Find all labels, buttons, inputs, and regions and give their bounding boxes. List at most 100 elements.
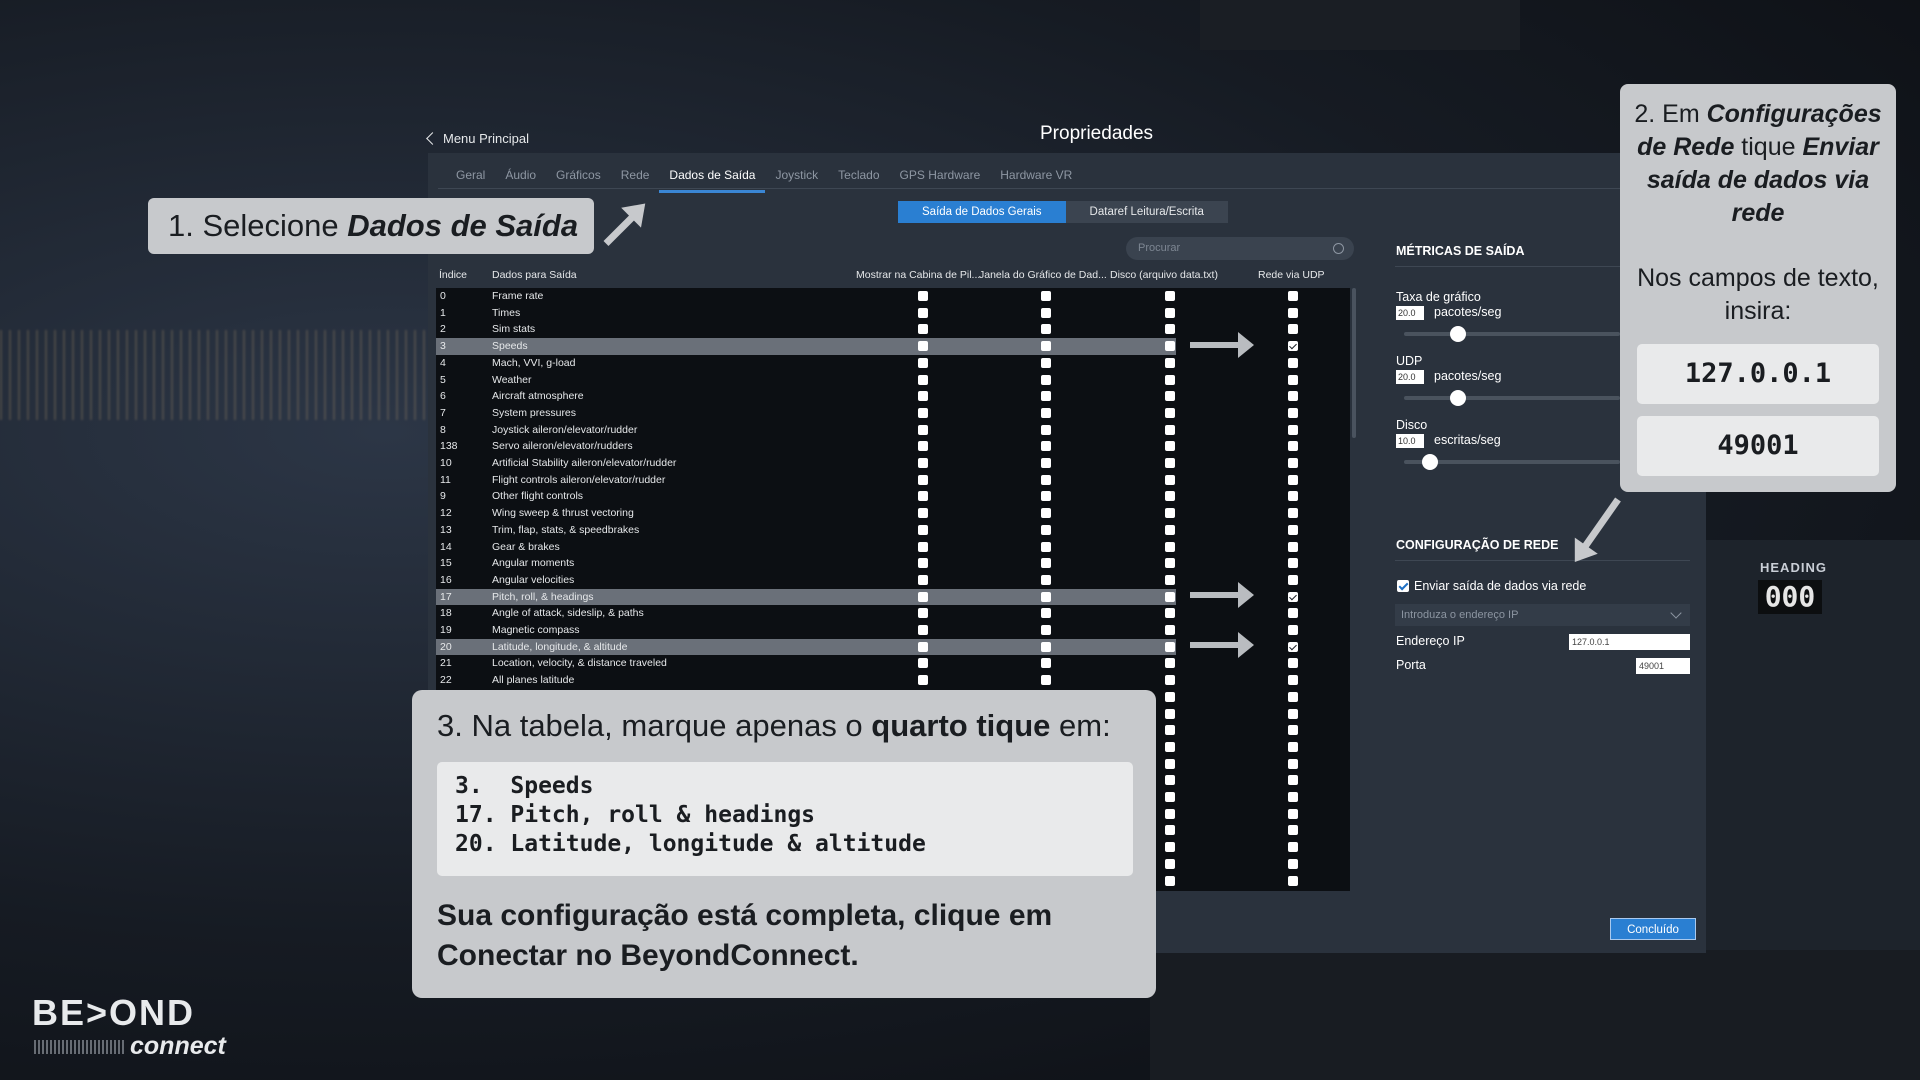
graph-checkbox[interactable]: [1041, 675, 1051, 686]
disk-checkbox[interactable]: [1165, 691, 1175, 702]
disk-checkbox[interactable]: [1165, 574, 1175, 585]
metric-slider-knob[interactable]: [1450, 390, 1466, 406]
disk-checkbox[interactable]: [1165, 407, 1175, 418]
udp-checkbox[interactable]: [1288, 875, 1298, 886]
graph-checkbox[interactable]: [1041, 491, 1051, 502]
udp-checkbox[interactable]: [1288, 591, 1298, 602]
graph-checkbox[interactable]: [1041, 508, 1051, 519]
graph-checkbox[interactable]: [1041, 458, 1051, 468]
cockpit-checkbox[interactable]: [918, 407, 928, 418]
udp-checkbox[interactable]: [1288, 691, 1298, 702]
graph-checkbox[interactable]: [1041, 407, 1051, 418]
graph-checkbox[interactable]: [1041, 474, 1051, 485]
cockpit-checkbox[interactable]: [918, 374, 928, 385]
cockpit-checkbox[interactable]: [918, 558, 928, 569]
cockpit-checkbox[interactable]: [918, 574, 928, 585]
graph-checkbox[interactable]: [1041, 424, 1051, 435]
disk-checkbox[interactable]: [1165, 708, 1175, 719]
metric-value-field[interactable]: 20.0: [1396, 370, 1424, 384]
udp-checkbox[interactable]: [1288, 858, 1298, 869]
graph-checkbox[interactable]: [1041, 441, 1051, 452]
graph-checkbox[interactable]: [1041, 524, 1051, 535]
ip-select[interactable]: Introduza o endereço IP: [1395, 604, 1690, 626]
cockpit-checkbox[interactable]: [918, 675, 928, 686]
cockpit-checkbox[interactable]: [918, 324, 928, 335]
cockpit-checkbox[interactable]: [918, 391, 928, 402]
disk-checkbox[interactable]: [1165, 291, 1175, 301]
graph-checkbox[interactable]: [1041, 591, 1051, 602]
search-input[interactable]: Procurar: [1126, 237, 1354, 260]
graph-checkbox[interactable]: [1041, 608, 1051, 619]
tab-5[interactable]: Joystick: [765, 167, 828, 193]
disk-checkbox[interactable]: [1165, 424, 1175, 435]
disk-checkbox[interactable]: [1165, 357, 1175, 368]
udp-checkbox[interactable]: [1288, 357, 1298, 368]
disk-checkbox[interactable]: [1165, 341, 1175, 352]
udp-checkbox[interactable]: [1288, 758, 1298, 769]
metric-value-field[interactable]: 10.0: [1396, 434, 1424, 448]
tab-4[interactable]: Dados de Saída: [659, 167, 766, 193]
graph-checkbox[interactable]: [1041, 291, 1051, 301]
disk-checkbox[interactable]: [1165, 541, 1175, 552]
cockpit-checkbox[interactable]: [918, 341, 928, 352]
metric-value-field[interactable]: 20.0: [1396, 306, 1424, 320]
udp-checkbox[interactable]: [1288, 658, 1298, 669]
subtab-dataref[interactable]: Dataref Leitura/Escrita: [1065, 201, 1228, 223]
graph-checkbox[interactable]: [1041, 357, 1051, 368]
cockpit-checkbox[interactable]: [918, 291, 928, 301]
disk-checkbox[interactable]: [1165, 825, 1175, 836]
disk-checkbox[interactable]: [1165, 741, 1175, 752]
disk-checkbox[interactable]: [1165, 608, 1175, 619]
udp-checkbox[interactable]: [1288, 675, 1298, 686]
udp-checkbox[interactable]: [1288, 341, 1298, 352]
disk-checkbox[interactable]: [1165, 524, 1175, 535]
udp-checkbox[interactable]: [1288, 424, 1298, 435]
graph-checkbox[interactable]: [1041, 391, 1051, 402]
cockpit-checkbox[interactable]: [918, 441, 928, 452]
udp-checkbox[interactable]: [1288, 558, 1298, 569]
udp-checkbox[interactable]: [1288, 842, 1298, 853]
udp-checkbox[interactable]: [1288, 541, 1298, 552]
udp-checkbox[interactable]: [1288, 825, 1298, 836]
udp-checkbox[interactable]: [1288, 374, 1298, 385]
cockpit-checkbox[interactable]: [918, 424, 928, 435]
cockpit-checkbox[interactable]: [918, 591, 928, 602]
graph-checkbox[interactable]: [1041, 641, 1051, 652]
disk-checkbox[interactable]: [1165, 808, 1175, 819]
graph-checkbox[interactable]: [1041, 341, 1051, 352]
udp-checkbox[interactable]: [1288, 291, 1298, 301]
graph-checkbox[interactable]: [1041, 374, 1051, 385]
cockpit-checkbox[interactable]: [918, 474, 928, 485]
udp-checkbox[interactable]: [1288, 508, 1298, 519]
cockpit-checkbox[interactable]: [918, 458, 928, 468]
back-button[interactable]: Menu Principal: [426, 131, 529, 146]
tab-6[interactable]: Teclado: [828, 167, 889, 193]
disk-checkbox[interactable]: [1165, 725, 1175, 736]
disk-checkbox[interactable]: [1165, 374, 1175, 385]
udp-checkbox[interactable]: [1288, 524, 1298, 535]
table-scrollbar[interactable]: [1352, 288, 1356, 438]
disk-checkbox[interactable]: [1165, 491, 1175, 502]
disk-checkbox[interactable]: [1165, 792, 1175, 802]
disk-checkbox[interactable]: [1165, 324, 1175, 335]
cockpit-checkbox[interactable]: [918, 508, 928, 519]
disk-checkbox[interactable]: [1165, 775, 1175, 786]
udp-checkbox[interactable]: [1288, 474, 1298, 485]
graph-checkbox[interactable]: [1041, 324, 1051, 335]
udp-checkbox[interactable]: [1288, 808, 1298, 819]
disk-checkbox[interactable]: [1165, 842, 1175, 853]
cockpit-checkbox[interactable]: [918, 658, 928, 669]
graph-checkbox[interactable]: [1041, 574, 1051, 585]
cockpit-checkbox[interactable]: [918, 541, 928, 552]
ip-address-field[interactable]: 127.0.0.1: [1569, 634, 1690, 650]
graph-checkbox[interactable]: [1041, 558, 1051, 569]
udp-checkbox[interactable]: [1288, 574, 1298, 585]
udp-checkbox[interactable]: [1288, 491, 1298, 502]
subtab-general-output[interactable]: Saída de Dados Gerais: [898, 201, 1066, 223]
cockpit-checkbox[interactable]: [918, 608, 928, 619]
metric-slider-knob[interactable]: [1421, 454, 1438, 470]
send-network-checkbox[interactable]: [1397, 580, 1409, 592]
graph-checkbox[interactable]: [1041, 658, 1051, 669]
disk-checkbox[interactable]: [1165, 591, 1175, 602]
disk-checkbox[interactable]: [1165, 675, 1175, 686]
